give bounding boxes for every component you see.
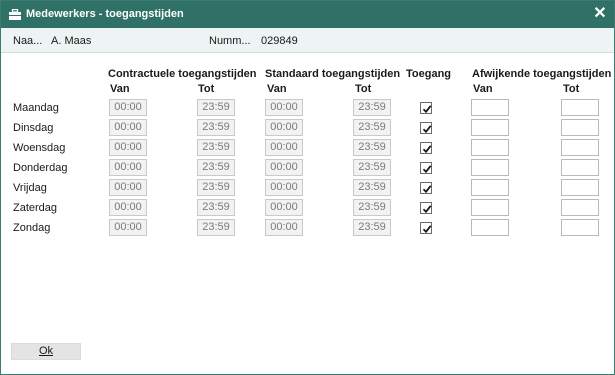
deviating-from-field[interactable] (471, 179, 509, 196)
contract-from-field[interactable]: 00:00 (109, 179, 147, 196)
close-icon[interactable]: ✕ (593, 6, 607, 22)
day-label: Donderdag (13, 162, 68, 174)
deviating-from-field[interactable] (471, 119, 509, 136)
dialog-window: Medewerkers - toegangstijden ✕ Naa... A.… (0, 0, 615, 375)
access-checkbox[interactable] (420, 222, 432, 234)
employee-info-bar: Naa... A. Maas Numm... 029849 (1, 28, 614, 53)
standard-from-field[interactable]: 00:00 (265, 139, 303, 156)
day-label: Maandag (13, 102, 59, 114)
standard-to-field[interactable]: 23:59 (353, 179, 391, 196)
standard-to-field[interactable]: 23:59 (353, 219, 391, 236)
deviating-to-field[interactable] (561, 99, 599, 116)
contract-from-field[interactable]: 00:00 (109, 159, 147, 176)
deviating-to-field[interactable] (561, 159, 599, 176)
contract-from-field[interactable]: 00:00 (109, 119, 147, 136)
standard-to-field[interactable]: 23:59 (353, 159, 391, 176)
deviating-from-field[interactable] (471, 159, 509, 176)
deviating-to-field[interactable] (561, 139, 599, 156)
standard-header: Standaard toegangstijden (265, 68, 401, 80)
deviating-to-field[interactable] (561, 119, 599, 136)
access-checkbox[interactable] (420, 102, 432, 114)
deviating-from-field[interactable] (471, 219, 509, 236)
contract-from-field[interactable]: 00:00 (109, 219, 147, 236)
access-checkbox[interactable] (420, 182, 432, 194)
day-label: Zaterdag (13, 202, 58, 214)
standard-from-field[interactable]: 00:00 (265, 119, 303, 136)
deviating-from-field[interactable] (471, 139, 509, 156)
access-checkbox[interactable] (420, 202, 432, 214)
day-label: Dinsdag (13, 122, 54, 134)
deviating-to-field[interactable] (561, 199, 599, 216)
standard-to-header: Tot (355, 83, 372, 95)
checkmark-icon (422, 125, 432, 134)
contract-to-field[interactable]: 23:59 (197, 99, 235, 116)
number-label: Numm... (209, 35, 251, 47)
standard-from-field[interactable]: 00:00 (265, 159, 303, 176)
standard-from-field[interactable]: 00:00 (265, 219, 303, 236)
access-header: Toegang (406, 68, 452, 80)
contract-to-field[interactable]: 23:59 (197, 219, 235, 236)
checkmark-icon (422, 165, 432, 174)
standard-from-field[interactable]: 00:00 (265, 199, 303, 216)
access-checkbox[interactable] (420, 122, 432, 134)
deviating-to-field[interactable] (561, 179, 599, 196)
name-label: Naa... (13, 35, 43, 47)
contract-from-field[interactable]: 00:00 (109, 99, 147, 116)
ok-label: Ok (38, 345, 54, 357)
deviating-to-field[interactable] (561, 219, 599, 236)
window-title: Medewerkers - toegangstijden (26, 8, 184, 20)
contract-to-field[interactable]: 23:59 (197, 199, 235, 216)
contract-from-header: Van (110, 83, 130, 95)
access-checkbox[interactable] (420, 162, 432, 174)
checkmark-icon (422, 105, 432, 114)
deviating-header: Afwijkende toegangstijden (472, 68, 612, 80)
standard-to-field[interactable]: 23:59 (353, 99, 391, 116)
standard-to-field[interactable]: 23:59 (353, 119, 391, 136)
contract-to-field[interactable]: 23:59 (197, 179, 235, 196)
standard-from-field[interactable]: 00:00 (265, 99, 303, 116)
deviating-from-header: Van (473, 83, 493, 95)
checkmark-icon (422, 145, 432, 154)
deviating-from-field[interactable] (471, 199, 509, 216)
contract-to-header: Tot (198, 83, 215, 95)
contract-from-field[interactable]: 00:00 (109, 199, 147, 216)
standard-to-field[interactable]: 23:59 (353, 199, 391, 216)
contract-to-field[interactable]: 23:59 (197, 159, 235, 176)
day-label: Zondag (13, 222, 51, 234)
deviating-from-field[interactable] (471, 99, 509, 116)
standard-from-header: Van (267, 83, 287, 95)
contract-to-field[interactable]: 23:59 (197, 139, 235, 156)
checkmark-icon (422, 185, 432, 194)
checkmark-icon (422, 225, 432, 234)
number-value: 029849 (261, 35, 298, 47)
standard-to-field[interactable]: 23:59 (353, 139, 391, 156)
ok-button[interactable]: Ok (11, 343, 81, 360)
name-value: A. Maas (51, 35, 92, 47)
contractual-header: Contractuele toegangstijden (108, 68, 257, 80)
standard-from-field[interactable]: 00:00 (265, 179, 303, 196)
contract-to-field[interactable]: 23:59 (197, 119, 235, 136)
day-label: Vrijdag (13, 182, 47, 194)
day-label: Woensdag (13, 142, 66, 154)
access-checkbox[interactable] (420, 142, 432, 154)
contract-from-field[interactable]: 00:00 (109, 139, 147, 156)
checkmark-icon (422, 205, 432, 214)
briefcase-icon (9, 8, 21, 20)
title-bar[interactable]: Medewerkers - toegangstijden ✕ (1, 1, 614, 28)
deviating-to-header: Tot (563, 83, 580, 95)
